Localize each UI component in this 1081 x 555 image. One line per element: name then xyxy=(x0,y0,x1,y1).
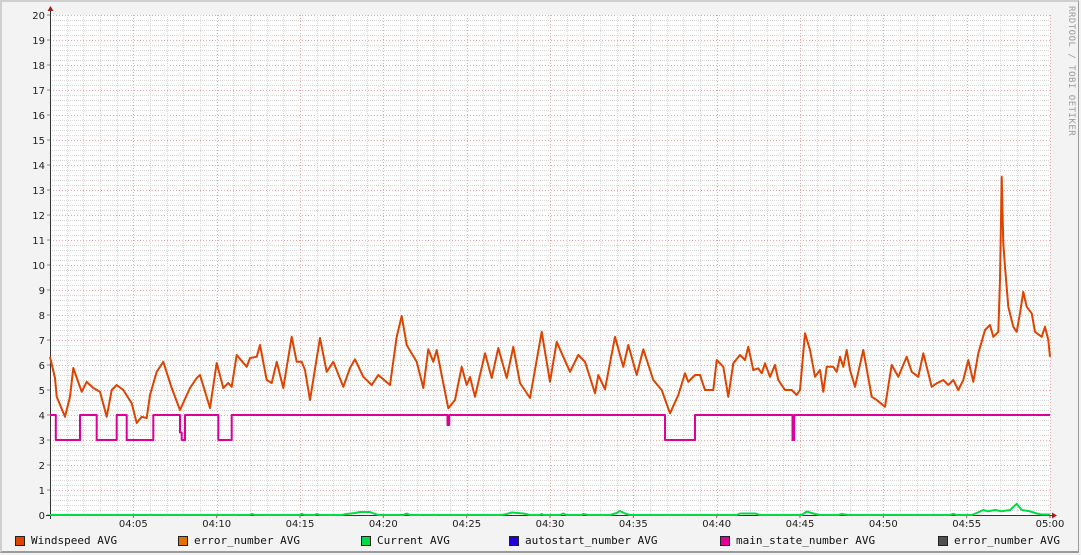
x-axis-arrow-icon xyxy=(1052,512,1057,519)
x-tick-label: 04:50 xyxy=(869,519,898,530)
y-tick-label: 20 xyxy=(32,11,45,22)
y-tick-label: 5 xyxy=(39,386,45,397)
y-tick-label: 18 xyxy=(32,61,45,72)
y-tick-label: 12 xyxy=(32,211,45,222)
legend-item: autostart_number AVG xyxy=(509,534,657,547)
y-tick-label: 19 xyxy=(32,36,45,47)
x-tick-label: 04:15 xyxy=(286,519,315,530)
y-tick-label: 1 xyxy=(39,486,45,497)
y-tick-label: 2 xyxy=(39,461,45,472)
y-tick-label: 16 xyxy=(32,111,45,122)
x-tick-label: 04:20 xyxy=(369,519,398,530)
rrdtool-watermark: RRDTOOL / TOBI OETIKER xyxy=(1066,6,1076,136)
legend-swatch xyxy=(361,535,371,546)
y-tick-label: 0 xyxy=(39,511,45,522)
y-tick-label: 8 xyxy=(39,311,45,322)
legend-item: error_number AVG xyxy=(938,534,1060,547)
legend-label: main_state_number AVG xyxy=(736,534,876,547)
y-axis-labels: 01234567891011121314151617181920 xyxy=(32,11,45,522)
x-tick-label: 04:25 xyxy=(452,519,481,530)
x-tick-label: 04:45 xyxy=(786,519,815,530)
x-tick-label: 05:00 xyxy=(1036,519,1065,530)
legend: Windspeed AVG error_number AVG Current AVG… xyxy=(15,534,1075,548)
y-tick-label: 11 xyxy=(32,236,45,247)
legend-swatch xyxy=(178,535,188,546)
x-tick-label: 04:35 xyxy=(619,519,648,530)
legend-swatch xyxy=(15,535,25,546)
legend-item: main_state_number AVG xyxy=(720,534,875,547)
legend-label: Current AVG xyxy=(377,534,450,547)
legend-item: Windspeed AVG xyxy=(15,534,117,547)
y-tick-label: 10 xyxy=(32,261,45,272)
y-tick-label: 7 xyxy=(39,336,45,347)
legend-item: Current AVG xyxy=(361,534,450,547)
x-tick-label: 04:30 xyxy=(536,519,565,530)
y-tick-label: 3 xyxy=(39,436,45,447)
legend-label: autostart_number AVG xyxy=(525,534,658,547)
x-axis-labels: 04:05 04:10 04:15 04:20 04:25 04:30 04:35 04:40… xyxy=(119,519,1064,530)
y-tick-label: 9 xyxy=(39,286,45,297)
y-axis-arrow-icon xyxy=(47,6,54,11)
grid xyxy=(50,15,1051,516)
legend-item: error_number AVG xyxy=(178,534,300,547)
y-tick-label: 13 xyxy=(32,186,45,197)
x-tick-label: 04:10 xyxy=(202,519,231,530)
y-tick-label: 15 xyxy=(32,136,45,147)
legend-label: Windspeed AVG xyxy=(31,534,118,547)
legend-label: error_number AVG xyxy=(194,534,300,547)
x-tick-label: 04:55 xyxy=(952,519,981,530)
legend-swatch xyxy=(720,535,730,546)
y-tick-label: 4 xyxy=(39,411,45,422)
y-tick-label: 17 xyxy=(32,86,45,97)
legend-swatch xyxy=(938,535,948,546)
legend-label: error_number AVG xyxy=(954,534,1060,547)
x-tick-label: 04:05 xyxy=(119,519,148,530)
x-tick-label: 04:40 xyxy=(702,519,731,530)
legend-swatch xyxy=(509,535,519,546)
y-tick-label: 14 xyxy=(32,161,45,172)
rrd-chart: 01234567891011121314151617181920 04:05 04… xyxy=(32,6,1076,530)
y-tick-label: 6 xyxy=(39,361,45,372)
